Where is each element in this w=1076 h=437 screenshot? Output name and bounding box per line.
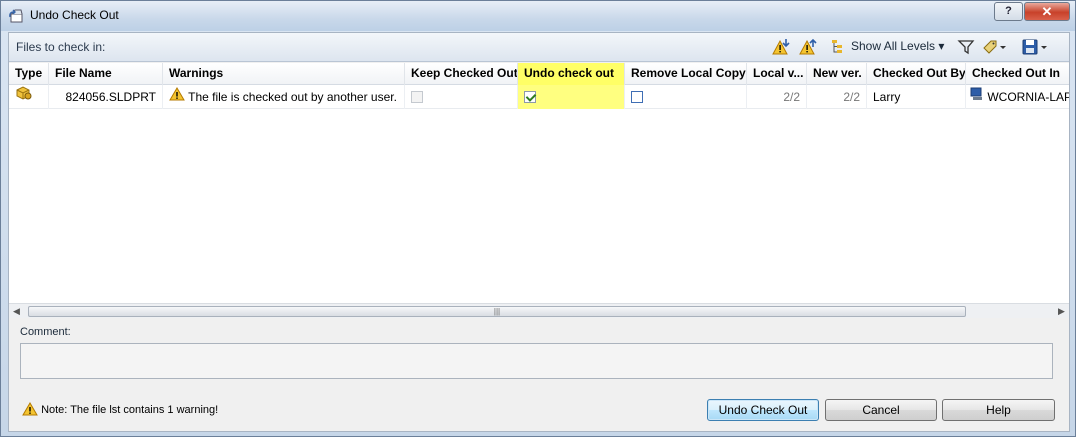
- undo-check-out-checkbox[interactable]: [524, 90, 536, 103]
- keep-checked-out-checkbox[interactable]: [411, 90, 423, 103]
- column-header-warnings[interactable]: Warnings: [163, 63, 405, 85]
- files-grid: Type File Name Warnings Keep Checked Out…: [9, 63, 1069, 304]
- save-options-icon[interactable]: [1021, 38, 1051, 56]
- undo-checkout-dialog: Undo Check Out ? ✕ Files to check in: Sh…: [0, 0, 1076, 437]
- column-header-remove-local-copy[interactable]: Remove Local Copy: [625, 63, 747, 85]
- column-header-local-version[interactable]: Local v...: [747, 63, 807, 85]
- filter-icon[interactable]: [957, 38, 977, 56]
- comment-label: Comment:: [20, 326, 71, 338]
- help-title-button[interactable]: ?: [994, 2, 1023, 21]
- column-header-undo-check-out[interactable]: Undo check out: [518, 63, 625, 85]
- warning-icon: [169, 85, 185, 109]
- warning-prev-icon[interactable]: [772, 38, 792, 56]
- toolbar: Files to check in: Show All Levels ▾: [9, 33, 1069, 62]
- grid-header: Type File Name Warnings Keep Checked Out…: [9, 63, 1069, 85]
- files-to-check-in-label: Files to check in:: [16, 40, 106, 54]
- local-version-cell: 2/2: [747, 85, 807, 109]
- type-cell: [9, 85, 49, 109]
- column-header-checked-out-by[interactable]: Checked Out By: [867, 63, 966, 85]
- undo-check-out-button[interactable]: Undo Check Out: [707, 399, 819, 421]
- keep-checked-out-cell: [405, 85, 518, 109]
- note-text: Note: The file lst contains 1 warning!: [41, 403, 219, 416]
- note-warning-icon: [22, 402, 41, 416]
- new-version-cell: 2/2: [807, 85, 867, 109]
- cancel-button[interactable]: Cancel: [825, 399, 937, 421]
- undo-checkout-icon: [8, 8, 24, 24]
- column-header-new-version[interactable]: New ver.: [807, 63, 867, 85]
- comment-input[interactable]: [20, 343, 1053, 379]
- remove-local-copy-cell: [625, 85, 747, 109]
- checked-out-in-text: WCORNIA-LAP: [987, 90, 1069, 104]
- undo-check-out-cell: [518, 85, 625, 109]
- warning-cell: The file is checked out by another user.: [163, 85, 405, 109]
- column-header-type[interactable]: Type: [9, 63, 49, 85]
- checked-out-in-cell: WCORNIA-LAP: [966, 85, 1069, 109]
- warning-next-icon[interactable]: [799, 38, 819, 56]
- window-title: Undo Check Out: [30, 8, 119, 22]
- title-bar[interactable]: Undo Check Out ? ✕: [1, 1, 1075, 31]
- scroll-left-icon[interactable]: ◀: [9, 304, 24, 319]
- file-name-cell: 824056.SLDPRT: [49, 85, 163, 109]
- close-button[interactable]: ✕: [1024, 2, 1070, 21]
- horizontal-scrollbar[interactable]: ◀ ||| ▶: [9, 303, 1069, 318]
- column-header-checked-out-in[interactable]: Checked Out In: [966, 63, 1069, 85]
- column-header-file-name[interactable]: File Name: [49, 63, 163, 85]
- dialog-body: Files to check in: Show All Levels ▾ Typ…: [8, 32, 1070, 432]
- table-row[interactable]: 824056.SLDPRT The file is checked out by…: [9, 85, 1069, 109]
- column-header-keep-checked-out[interactable]: Keep Checked Out: [405, 63, 518, 85]
- scrollbar-thumb[interactable]: |||: [28, 306, 966, 317]
- warning-text: The file is checked out by another user.: [188, 90, 397, 104]
- tag-options-icon[interactable]: [981, 38, 1009, 56]
- warning-note: Note: The file lst contains 1 warning!: [22, 402, 219, 417]
- computer-icon: [970, 85, 984, 109]
- show-all-levels-dropdown[interactable]: Show All Levels ▾: [851, 39, 944, 53]
- tree-levels-icon[interactable]: [831, 38, 847, 56]
- help-button[interactable]: Help: [942, 399, 1055, 421]
- scroll-right-icon[interactable]: ▶: [1054, 304, 1069, 319]
- remove-local-copy-checkbox[interactable]: [631, 90, 643, 103]
- checked-out-by-cell: Larry: [867, 85, 966, 109]
- part-icon: [15, 85, 33, 109]
